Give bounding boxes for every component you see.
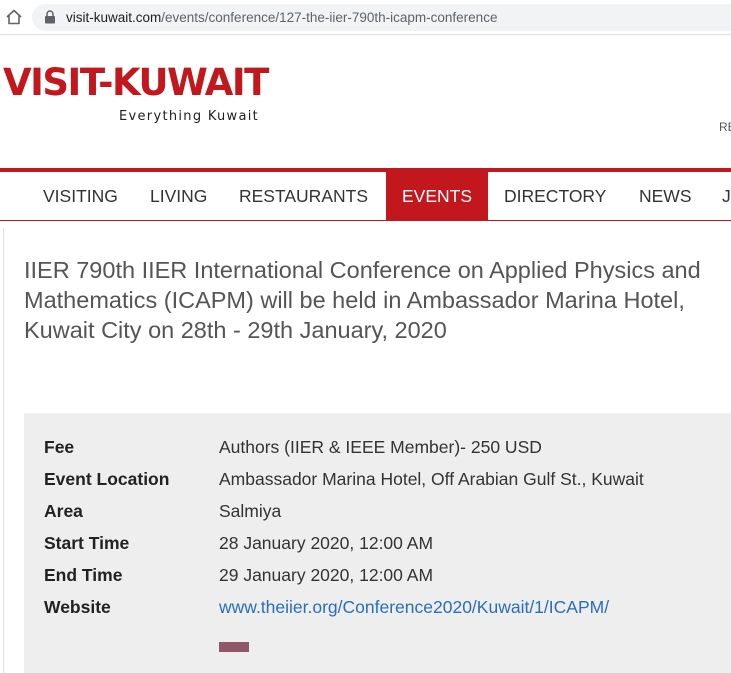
website-link[interactable]: www.theiier.org/Conference2020/Kuwait/1/… (219, 596, 609, 618)
site-tagline: Everything Kuwait (119, 109, 260, 124)
nav-item-events[interactable]: EVENTS (386, 172, 488, 220)
detail-label: Area (44, 501, 83, 521)
detail-value: 29 January 2020, 12:00 AM (219, 565, 434, 585)
detail-value: Salmiya (219, 501, 282, 521)
nav-item-news[interactable]: NEWS (639, 172, 692, 220)
header-link-fragment[interactable]: RE (719, 120, 731, 134)
page-title: IIER 790th IIER International Conference… (24, 257, 701, 343)
home-icon[interactable] (5, 8, 23, 26)
site-logo[interactable]: VISIT-KUWAIT (3, 64, 269, 101)
browser-toolbar: visit-kuwait.com/events/conference/127-t… (0, 0, 731, 35)
main-nav: VISITING LIVING RESTAURANTS EVENTS DIREC… (0, 168, 731, 221)
detail-value: Authors (IIER & IEEE Member)- 250 USD (219, 437, 542, 457)
detail-value: Ambassador Marina Hotel, Off Arabian Gul… (219, 469, 644, 489)
lock-icon (45, 10, 55, 24)
address-bar[interactable]: visit-kuwait.com/events/conference/127-t… (32, 4, 731, 31)
nav-item-visiting[interactable]: VISITING (43, 172, 118, 220)
nav-item-restaurants[interactable]: RESTAURANTS (239, 172, 368, 220)
nav-item-directory[interactable]: DIRECTORY (504, 172, 606, 220)
detail-label: End Time (44, 565, 123, 585)
detail-label: Event Location (44, 469, 170, 489)
event-details-panel: Fee Authors (IIER & IEEE Member)- 250 US… (24, 413, 731, 673)
detail-label: Website (44, 597, 111, 617)
url-path: /events/conference/127-the-iier-790th-ic… (161, 10, 498, 25)
color-swatch (219, 642, 249, 652)
nav-item-truncated[interactable]: J (722, 172, 731, 220)
detail-value: 28 January 2020, 12:00 AM (219, 533, 434, 553)
detail-label: Start Time (44, 533, 130, 553)
content-border (3, 228, 4, 673)
nav-item-living[interactable]: LIVING (150, 172, 207, 220)
url-host: visit-kuwait.com (66, 10, 162, 25)
detail-label: Fee (44, 437, 75, 457)
url-text: visit-kuwait.com/events/conference/127-t… (66, 10, 497, 25)
